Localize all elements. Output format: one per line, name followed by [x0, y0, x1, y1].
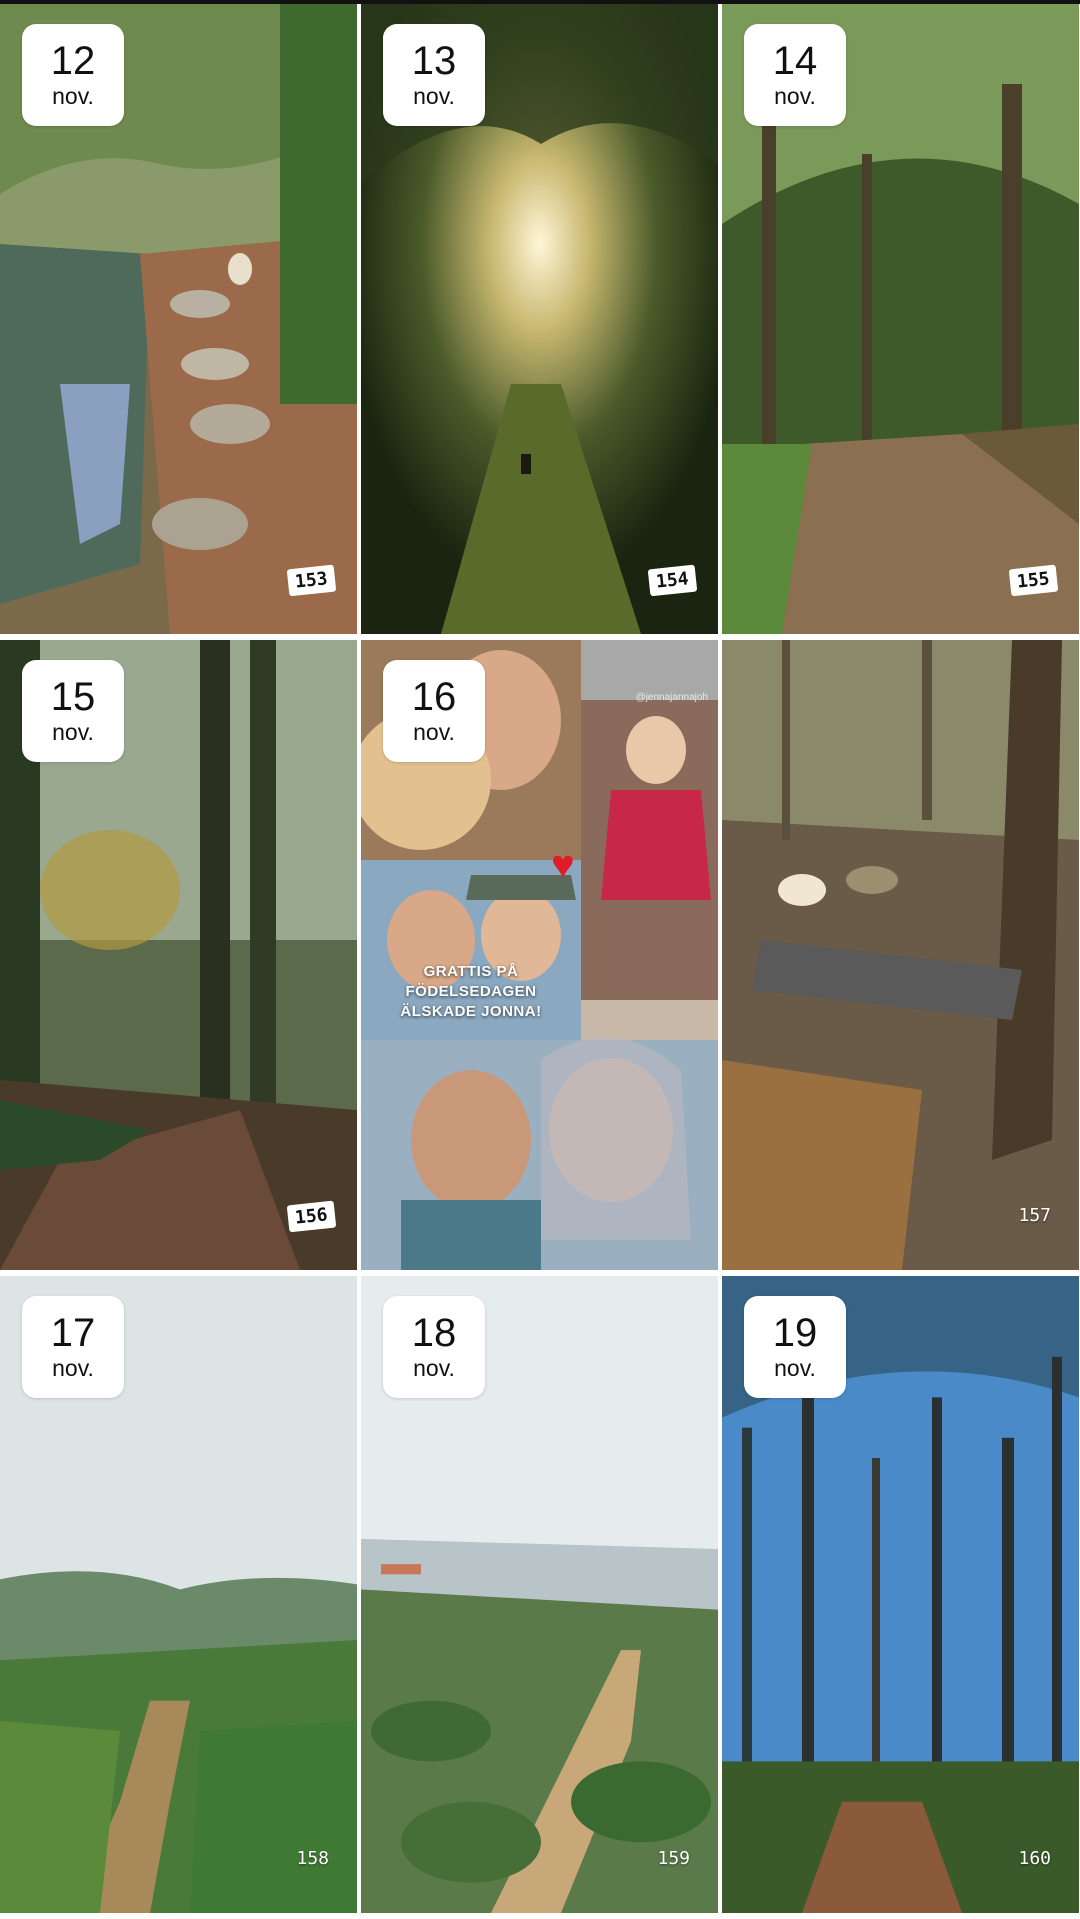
date-month: nov.	[52, 83, 94, 109]
date-badge: 18 nov.	[383, 1296, 485, 1398]
date-day: 17	[50, 1311, 96, 1355]
photo-tile-17-nov[interactable]: 17 nov. 158	[0, 1276, 357, 1913]
date-day: 15	[50, 675, 96, 719]
heart-icon: ♥	[551, 843, 575, 887]
photo-tile-13-nov[interactable]: 13 nov. 154	[361, 4, 718, 634]
date-badge: 17 nov.	[22, 1296, 124, 1398]
date-day: 12	[50, 39, 96, 83]
date-badge: 13 nov.	[383, 24, 485, 126]
photo-tile-14-nov[interactable]: 14 nov. 155	[722, 4, 1079, 634]
photo-tile-bridge[interactable]: 157	[722, 640, 1079, 1270]
birthday-caption-line-2: ÄLSKADE JONNA!	[400, 1003, 542, 1020]
date-day: 13	[411, 39, 457, 83]
date-month: nov.	[52, 719, 94, 745]
photo-grid: 12 nov. 153 13 nov. 154 14 nov. 155 15 n…	[0, 4, 1080, 1919]
date-badge: 19 nov.	[744, 1296, 846, 1398]
photo-tile-19-nov[interactable]: 19 nov. 160	[722, 1276, 1079, 1913]
day-count-label: 154	[648, 564, 698, 597]
date-badge: 16 nov.	[383, 660, 485, 762]
date-day: 19	[772, 1311, 818, 1355]
day-count-label: 156	[287, 1200, 337, 1233]
day-count-label: 158	[296, 1848, 329, 1869]
day-count-label: 155	[1009, 564, 1059, 597]
date-month: nov.	[774, 83, 816, 109]
birthday-caption: GRATTIS PÅ FÖDELSEDAGEN ÄLSKADE JONNA!	[361, 962, 581, 1022]
photo-tile-15-nov[interactable]: 15 nov. 156	[0, 640, 357, 1270]
date-badge: 12 nov.	[22, 24, 124, 126]
day-count-label: 157	[1018, 1205, 1051, 1226]
day-count-label: 160	[1018, 1848, 1051, 1869]
day-count-label: 153	[287, 564, 337, 597]
date-month: nov.	[413, 719, 455, 745]
date-day: 14	[772, 39, 818, 83]
birthday-caption-line-1: GRATTIS PÅ FÖDELSEDAGEN	[405, 963, 537, 1000]
photo-tile-16-nov[interactable]: 16 nov. @jennajannajoh ♥ GRATTIS PÅ FÖDE…	[361, 640, 718, 1270]
username-sticker: @jennajannajoh	[635, 692, 708, 703]
photo-tile-18-nov[interactable]: 18 nov. 159	[361, 1276, 718, 1913]
day-count-label: 159	[657, 1848, 690, 1869]
date-month: nov.	[413, 83, 455, 109]
date-badge: 14 nov.	[744, 24, 846, 126]
date-month: nov.	[413, 1355, 455, 1381]
date-day: 18	[411, 1311, 457, 1355]
date-badge: 15 nov.	[22, 660, 124, 762]
date-month: nov.	[52, 1355, 94, 1381]
date-month: nov.	[774, 1355, 816, 1381]
photo-wooden-bridge-stream	[722, 640, 1079, 1270]
date-day: 16	[411, 675, 457, 719]
photo-tile-12-nov[interactable]: 12 nov. 153	[0, 4, 357, 634]
